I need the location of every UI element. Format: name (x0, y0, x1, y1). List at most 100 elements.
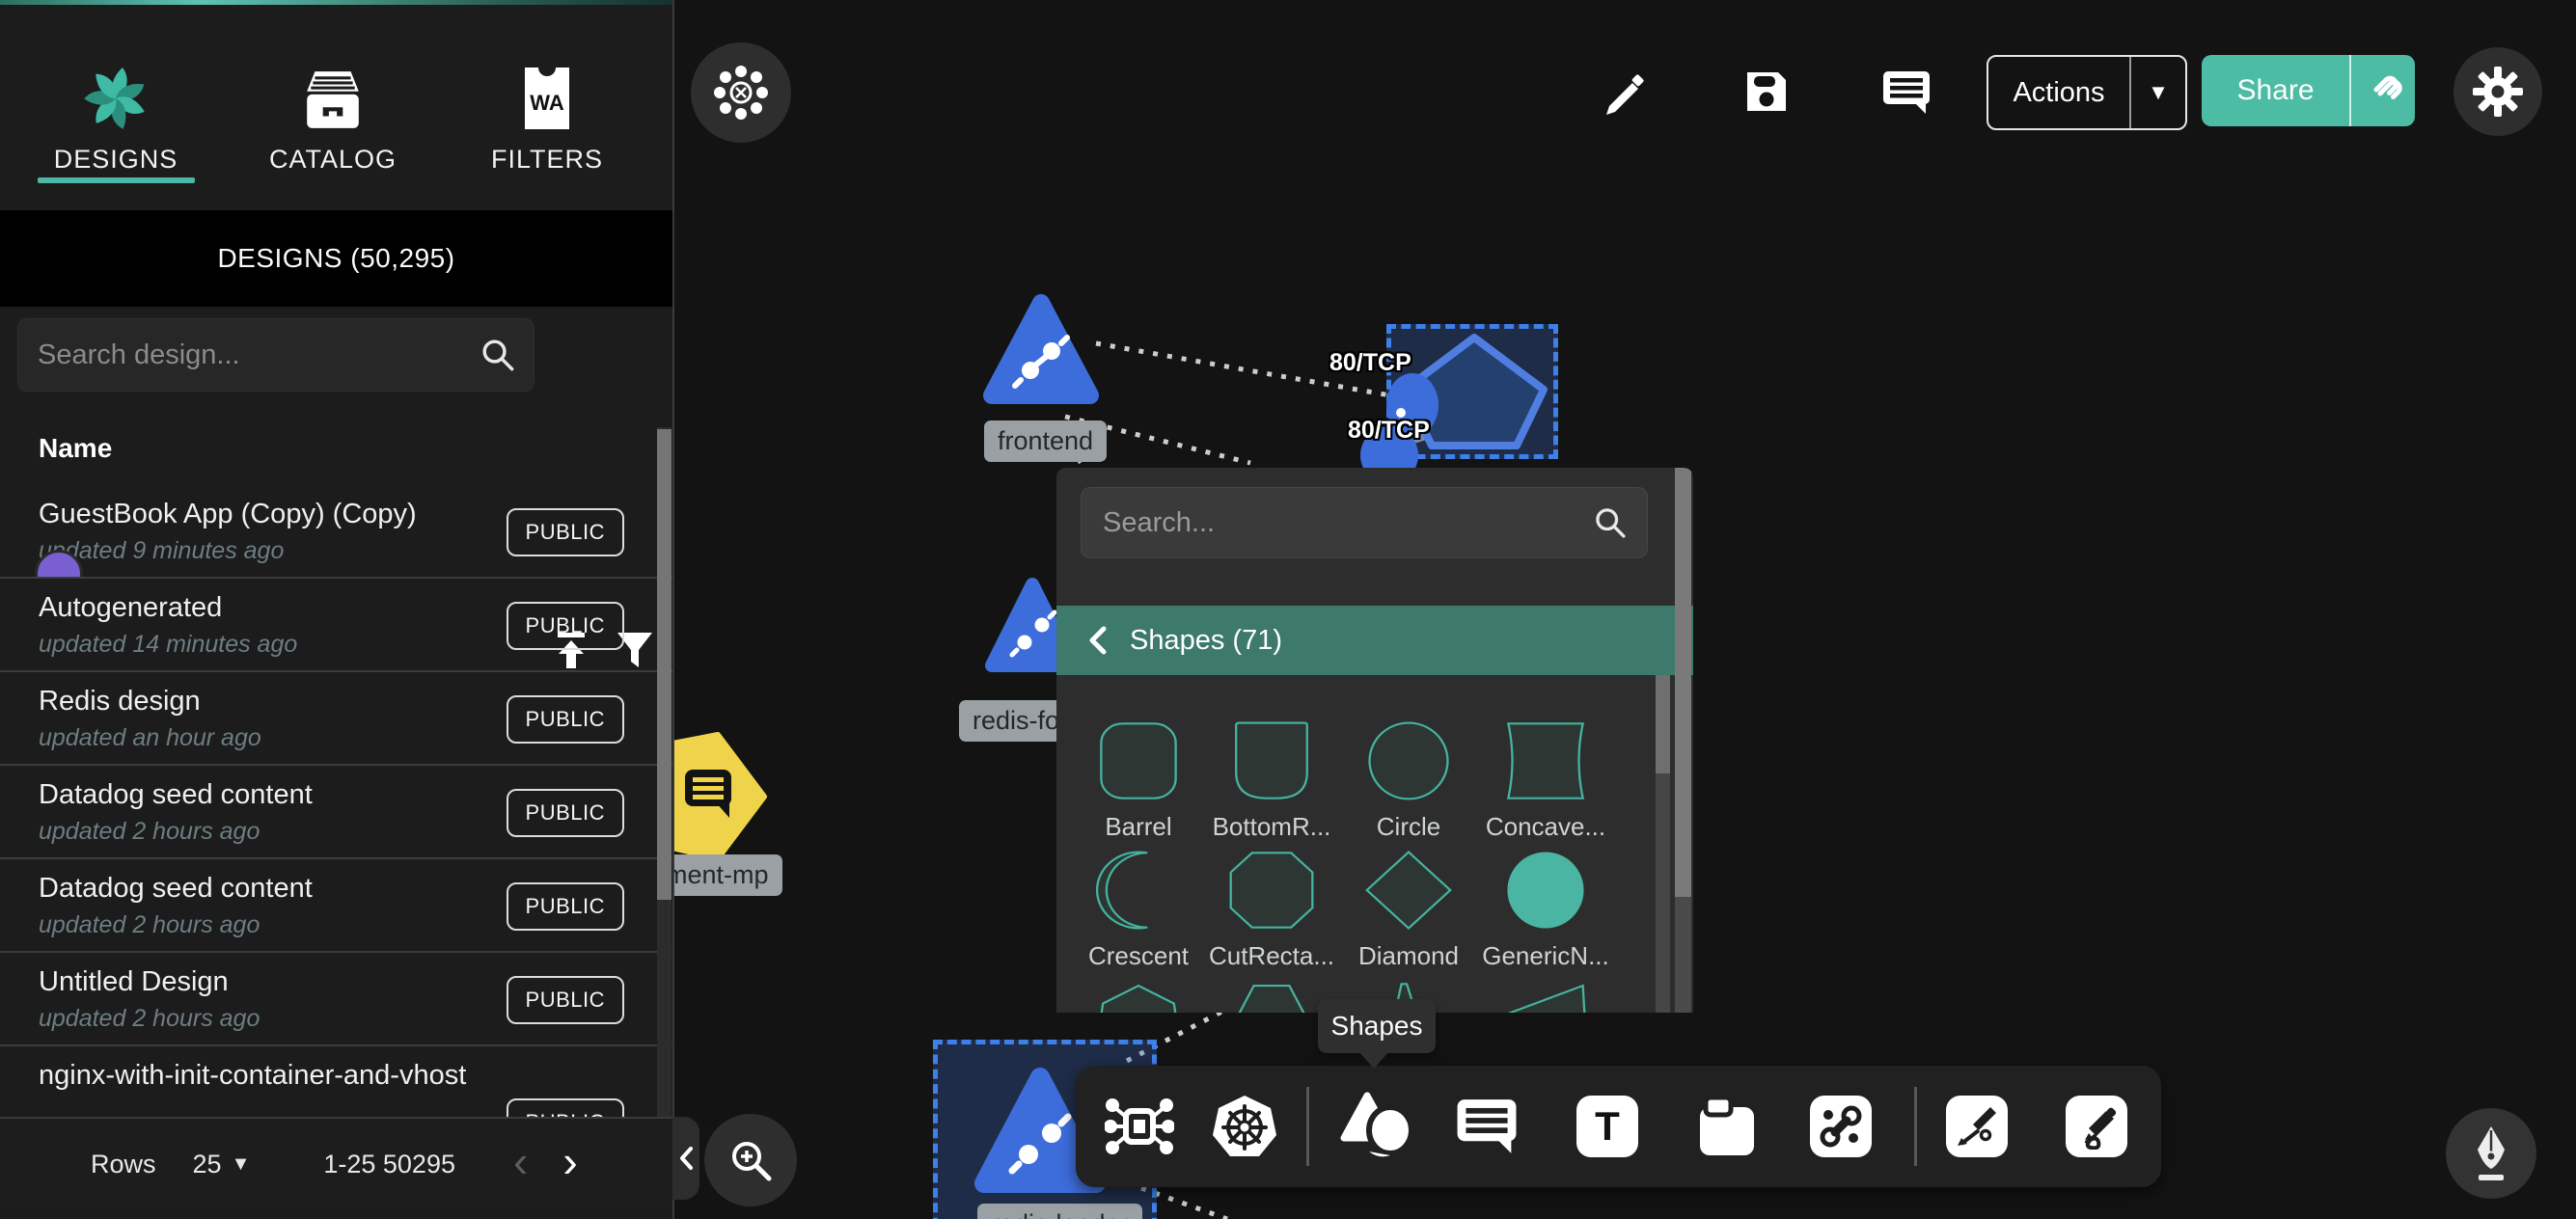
design-name: Autogenerated (39, 592, 222, 624)
collapse-chevron-icon (678, 1146, 694, 1171)
shape-item-cutrect[interactable]: CutRecta... (1205, 850, 1338, 971)
shape-item-label: GenericN... (1479, 941, 1612, 971)
shape-item-label: Diamond (1342, 941, 1475, 971)
cluster-context-button[interactable] (691, 42, 791, 143)
visibility-badge[interactable]: PUBLIC (507, 789, 624, 837)
kubernetes-tool[interactable] (1211, 1093, 1278, 1160)
shapes-tool[interactable] (1340, 1092, 1413, 1161)
design-name: Datadog seed content (39, 873, 313, 905)
designs-scrollbar-thumb[interactable] (657, 429, 671, 900)
designs-list: GuestBook App (Copy) (Copy)updated 9 min… (0, 485, 672, 1117)
visibility-badge[interactable]: PUBLIC (507, 508, 624, 556)
text-tool[interactable]: T (1576, 1096, 1638, 1157)
panel-scrollbar-track[interactable] (1675, 897, 1691, 1013)
design-search-box[interactable] (17, 318, 534, 392)
tab-filters[interactable]: WA FILTERS (451, 29, 644, 207)
zoom-in-icon (726, 1136, 775, 1184)
shapes-category-header[interactable]: Shapes (71) (1056, 606, 1693, 675)
search-icon (1593, 505, 1628, 540)
shape-item-bottomround[interactable]: BottomR... (1205, 720, 1338, 842)
text-tool-glyph: T (1595, 1103, 1620, 1150)
actions-button[interactable]: Actions ▼ (1987, 55, 2187, 130)
design-row[interactable]: Datadog seed content updated 2 hours ago P… (0, 859, 672, 953)
sidebar-collapse-handle[interactable] (672, 1117, 699, 1200)
actions-caret-icon[interactable]: ▼ (2131, 80, 2185, 105)
design-name: GuestBook App (Copy) (Copy) (39, 499, 417, 530)
shape-item-label: CutRecta... (1205, 941, 1338, 971)
component-chip-icon (1105, 1092, 1174, 1161)
shape-item-heptagon[interactable] (1072, 981, 1205, 1013)
design-updated: updated 2 hours ago (39, 911, 260, 939)
design-row[interactable]: Redis designupdated an hour agoPUBLIC (0, 672, 672, 766)
shape-item-label: Barrel (1072, 812, 1205, 842)
shapes-grid-scrollbar-thumb[interactable] (1656, 675, 1670, 773)
svg-text:WA: WA (530, 91, 564, 115)
designs-count-header: DESIGNS (50,295) (0, 210, 672, 307)
rows-per-page-value: 25 (193, 1150, 222, 1179)
design-search-row (0, 307, 672, 415)
design-row[interactable]: Datadog seed contentupdated 2 hours agoP… (0, 766, 672, 859)
gear-icon (2472, 66, 2524, 118)
visibility-badge[interactable]: PUBLIC (507, 882, 624, 931)
shape-item-diamond[interactable]: Diamond (1342, 850, 1475, 971)
visibility-badge[interactable]: PUBLIC (507, 602, 624, 650)
tab-catalog[interactable]: CATALOG (236, 29, 429, 207)
catalog-archive-icon (301, 56, 365, 131)
note-tool[interactable] (1694, 1094, 1760, 1159)
settings-button[interactable] (2453, 47, 2542, 136)
back-chevron-icon (1087, 625, 1109, 656)
shape-item-label: Circle (1342, 812, 1475, 842)
pen-mode-button[interactable] (2446, 1108, 2536, 1199)
node-label-redis-leader: redis-leader (977, 1204, 1142, 1219)
edge-label-1: 80/TCP (1329, 349, 1411, 377)
design-name: Redis design (39, 686, 201, 718)
shape-item-crescent[interactable]: Crescent (1072, 850, 1205, 971)
design-row[interactable]: nginx-with-init-container-and-vhostPUBLI… (0, 1046, 672, 1117)
shape-item-quad[interactable] (1479, 981, 1612, 1013)
rows-per-page-select[interactable]: 25 ▼ (193, 1150, 251, 1179)
shapes-search-input[interactable] (1081, 487, 1648, 558)
design-name: Untitled Design (39, 966, 229, 998)
column-name-label: Name (39, 433, 112, 464)
shapes-tooltip-arrow (1358, 1051, 1389, 1069)
visibility-badge[interactable]: PUBLIC (507, 1098, 624, 1117)
components-tool[interactable] (1105, 1092, 1174, 1161)
node-frontend[interactable] (980, 291, 1102, 409)
pagination-range: 1-25 50295 (323, 1150, 455, 1179)
pen-arrow-icon (1954, 1103, 2000, 1150)
shapes-tooltip-label: Shapes (1331, 1011, 1423, 1042)
visibility-badge[interactable]: PUBLIC (507, 976, 624, 1024)
comment-tool[interactable] (1455, 1097, 1519, 1156)
shapes-search-field[interactable] (1101, 506, 1593, 540)
shapes-grid: BarrelBottomR...CircleConcave... Crescent… (1056, 675, 1647, 1013)
freehand-tool[interactable] (2066, 1096, 2127, 1157)
design-row[interactable]: Autogeneratedupdated 14 minutes agoPUBLI… (0, 579, 672, 672)
node-label-frontend: frontend (984, 420, 1107, 462)
sidebar-accent-line (0, 0, 672, 5)
copy-link-icon[interactable] (2351, 71, 2415, 110)
edge-pen-tool[interactable] (1946, 1096, 2008, 1157)
shape-item-barrel[interactable]: Barrel (1072, 720, 1205, 842)
shape-item-label: Concave... (1479, 812, 1612, 842)
pagination-bar: Rows 25 ▼ 1-25 50295 ‹ › (0, 1117, 672, 1209)
column-header-name[interactable]: Name (39, 424, 328, 473)
link-tool[interactable] (1810, 1096, 1872, 1157)
share-button[interactable]: Share (2202, 55, 2415, 126)
zoom-in-button[interactable] (704, 1114, 797, 1206)
shape-item-genericnode[interactable]: GenericN... (1479, 850, 1612, 971)
design-row[interactable]: Untitled Designupdated 2 hours agoPUBLIC (0, 953, 672, 1046)
design-row[interactable]: GuestBook App (Copy) (Copy)updated 9 min… (0, 485, 672, 579)
visibility-badge[interactable]: PUBLIC (507, 695, 624, 744)
panel-scrollbar-thumb[interactable] (1675, 468, 1691, 897)
shape-item-label: BottomR... (1205, 812, 1338, 842)
comment-icon (1455, 1097, 1519, 1156)
dock-divider-1 (1306, 1087, 1309, 1166)
rows-per-page-label: Rows (91, 1150, 156, 1179)
tab-designs-label: DESIGNS (54, 145, 178, 175)
shape-item-circle[interactable]: Circle (1342, 720, 1475, 842)
sidebar: DESIGNS CATALOG WA FILTERS (0, 0, 674, 1219)
shape-item-concave[interactable]: Concave... (1479, 720, 1612, 842)
design-search-input[interactable] (36, 339, 480, 372)
kubernetes-icon (1211, 1093, 1278, 1160)
node-deployment[interactable] (664, 731, 768, 860)
